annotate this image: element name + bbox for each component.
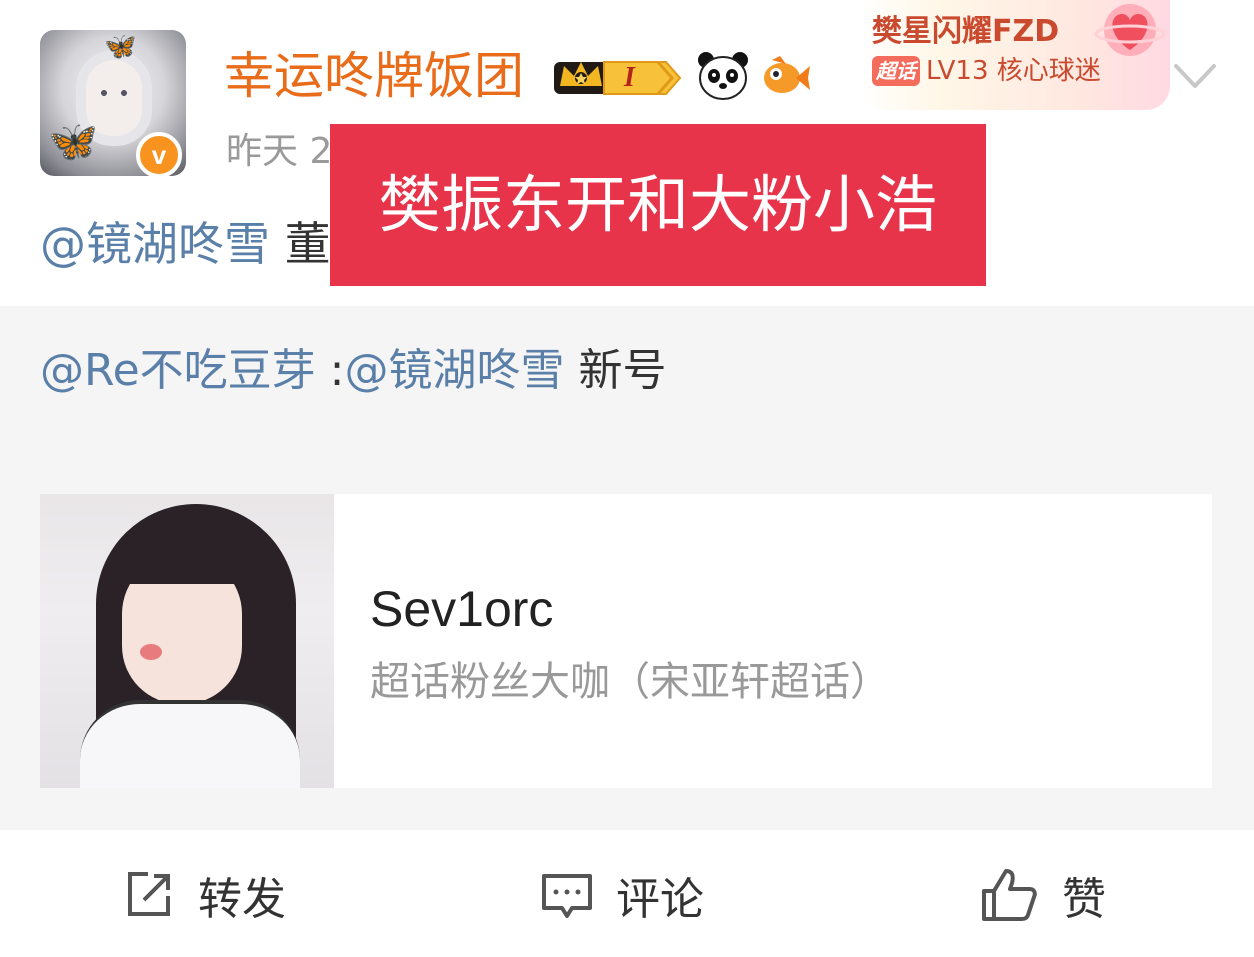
profile-card-subtitle: 超话粉丝大咖（宋亚轩超话） <box>370 659 890 705</box>
fan-badge-level: LV13 核心球迷 <box>926 56 1101 86</box>
repost-author-link[interactable]: @Re不吃豆芽 <box>40 345 316 396</box>
butterfly-icon: 🦋 <box>48 119 98 165</box>
repost-button[interactable]: 转发 <box>122 862 286 928</box>
overlay-caption: 樊振东开和大粉小浩 <box>330 124 986 286</box>
like-label: 赞 <box>1062 874 1106 925</box>
repost-label: 转发 <box>198 874 286 925</box>
post-text-tail: 董 <box>284 217 331 271</box>
repost-separator: : <box>315 345 345 396</box>
thumbs-up-icon <box>982 869 1037 921</box>
post-time: 昨天 2 <box>226 131 333 172</box>
comment-button[interactable]: 评论 <box>540 862 704 928</box>
chevron-down-icon[interactable] <box>1170 56 1220 96</box>
avatar-eyes <box>98 90 130 96</box>
super-topic-chip: 超话 <box>872 56 920 86</box>
butterfly-small-icon: 🦋 <box>104 32 137 62</box>
goldfish-icon <box>764 56 810 93</box>
share-icon <box>128 872 170 916</box>
weibo-post: 🦋 🦋 v 幸运咚牌饭团 I 昨天 2 樊星闪耀FZD 超话 LV13 核心球迷… <box>0 0 1254 957</box>
card-image-lips <box>140 644 162 660</box>
comment-icon <box>542 874 592 918</box>
profile-card-title: Sev1orc <box>370 581 554 637</box>
verified-badge-icon: v <box>136 132 182 178</box>
fan-badge-title: 樊星闪耀FZD <box>872 14 1060 49</box>
profile-card-image <box>40 494 334 788</box>
member-level-icon <box>603 61 682 95</box>
repost-mention-link[interactable]: @镜湖咚雪 <box>344 345 564 396</box>
panda-icon <box>698 52 748 100</box>
post-text: @镜湖咚雪 董 <box>40 212 331 276</box>
card-image-shirt <box>80 700 300 788</box>
repost-text: @Re不吃豆芽 :@镜湖咚雪 新号 <box>40 340 666 402</box>
username[interactable]: 幸运咚牌饭团 <box>224 44 524 108</box>
like-button[interactable]: 赞 <box>980 862 1106 928</box>
comment-label: 评论 <box>616 874 704 925</box>
mention-link[interactable]: @镜湖咚雪 <box>40 217 270 271</box>
repost-body: 新号 <box>564 345 667 396</box>
member-level-text: I <box>624 62 635 93</box>
